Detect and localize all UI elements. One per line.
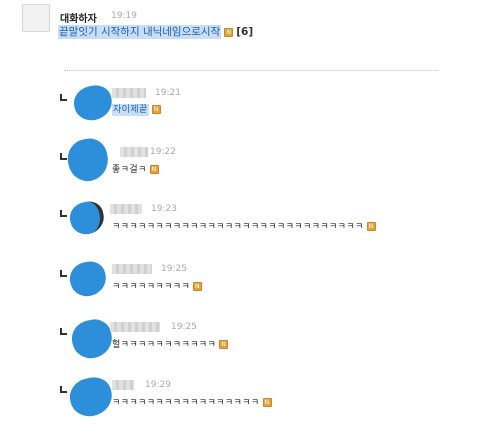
avatar[interactable] bbox=[70, 82, 116, 124]
new-badge-icon: N bbox=[151, 105, 161, 114]
reply-text: 헐ㅋㅋㅋㅋㅋㅋㅋㅋㅋㅋㅋ bbox=[112, 340, 217, 350]
reply-text: ㅋㅋㅋㅋㅋㅋㅋㅋㅋ bbox=[112, 282, 191, 292]
reply-body: ㅋㅋㅋㅋㅋㅋㅋㅋㅋㅋㅋㅋㅋㅋㅋㅋㅋㅋㅋㅋㅋㅋㅋㅋㅋㅋㅋㅋㅋ N bbox=[112, 219, 379, 232]
avatar[interactable] bbox=[66, 258, 110, 300]
reply-timestamp: 19:29 bbox=[145, 380, 171, 390]
avatar[interactable] bbox=[67, 198, 107, 238]
reply-arrow-icon bbox=[60, 270, 67, 277]
list-item: nickname 19:29 ㅋㅋㅋㅋㅋㅋㅋㅋㅋㅋㅋㅋㅋㅋㅋㅋㅋN bbox=[60, 374, 460, 436]
reply-nickname[interactable]: nickname bbox=[110, 322, 160, 332]
list-item: nickname 19:23 ㅋㅋㅋㅋㅋㅋㅋㅋㅋㅋㅋㅋㅋㅋㅋㅋㅋㅋㅋㅋㅋㅋㅋㅋㅋ… bbox=[60, 198, 460, 260]
post-text: 끝말잇기 시작하지 내닉네임으로시작 bbox=[58, 25, 222, 39]
post-author[interactable]: 대화하자 bbox=[60, 10, 97, 25]
new-badge-icon: N bbox=[193, 282, 203, 291]
reply-body: ㅋㅋㅋㅋㅋㅋㅋㅋㅋㅋㅋㅋㅋㅋㅋㅋㅋ N bbox=[112, 395, 275, 408]
avatar[interactable] bbox=[68, 316, 116, 362]
reply-arrow-icon bbox=[60, 386, 67, 393]
new-badge-icon: N bbox=[149, 165, 159, 174]
reply-text: ㅋㅋㅋㅋㅋㅋㅋㅋㅋㅋㅋㅋㅋㅋㅋㅋㅋ bbox=[112, 398, 260, 408]
reply-body: ㅋㅋㅋㅋㅋㅋㅋㅋㅋ N bbox=[112, 279, 205, 292]
divider bbox=[64, 70, 438, 71]
reply-nickname[interactable]: nickname bbox=[112, 88, 146, 98]
reply-text: 자이제끝 bbox=[112, 104, 149, 116]
reply-arrow-icon bbox=[60, 210, 67, 217]
list-item: nickname 19:21 자이제끝N bbox=[60, 82, 460, 144]
new-badge-icon: N bbox=[219, 340, 229, 349]
reply-timestamp: 19:25 bbox=[161, 264, 187, 274]
avatar[interactable] bbox=[66, 374, 116, 420]
reply-arrow-icon bbox=[60, 328, 67, 335]
post-body: 끝말잇기 시작하지 내닉네임으로시작 N [6] bbox=[58, 24, 253, 39]
reply-timestamp: 19:22 bbox=[150, 147, 176, 157]
reply-body: 헐ㅋㅋㅋㅋㅋㅋㅋㅋㅋㅋㅋ N bbox=[112, 337, 231, 350]
new-badge-icon: N bbox=[262, 398, 272, 407]
reply-nickname[interactable]: nickname bbox=[112, 264, 152, 274]
new-badge-icon: N bbox=[224, 27, 234, 37]
reply-nickname[interactable]: nickname bbox=[112, 380, 134, 390]
comment-count[interactable]: [6] bbox=[236, 26, 253, 38]
reply-timestamp: 19:25 bbox=[171, 322, 197, 332]
reply-timestamp: 19:23 bbox=[151, 204, 177, 214]
post-timestamp: 19:19 bbox=[111, 11, 137, 21]
reply-nickname[interactable]: nickname bbox=[120, 147, 148, 157]
new-badge-icon: N bbox=[366, 222, 376, 231]
reply-body: 좋ㅋ걸ㅋ N bbox=[112, 162, 162, 175]
list-item: nickname 19:25 헐ㅋㅋㅋㅋㅋㅋㅋㅋㅋㅋㅋN bbox=[60, 316, 460, 378]
reply-text: ㅋㅋㅋㅋㅋㅋㅋㅋㅋㅋㅋㅋㅋㅋㅋㅋㅋㅋㅋㅋㅋㅋㅋㅋㅋㅋㅋㅋㅋ bbox=[112, 222, 364, 232]
list-item: nickname 19:25 ㅋㅋㅋㅋㅋㅋㅋㅋㅋN bbox=[60, 258, 460, 320]
reply-timestamp: 19:21 bbox=[155, 88, 181, 98]
reply-arrow-icon bbox=[60, 153, 67, 160]
reply-nickname[interactable]: nickname bbox=[110, 204, 142, 214]
list-item: nickname 19:22 좋ㅋ걸ㅋN bbox=[60, 135, 460, 203]
reply-body: 자이제끝 N bbox=[112, 102, 164, 116]
reply-text: 좋ㅋ걸ㅋ bbox=[112, 165, 147, 175]
main-post: 대화하자 19:19 끝말잇기 시작하지 내닉네임으로시작 N [6] bbox=[22, 4, 462, 62]
avatar[interactable] bbox=[22, 4, 50, 32]
reply-arrow-icon bbox=[60, 94, 67, 101]
